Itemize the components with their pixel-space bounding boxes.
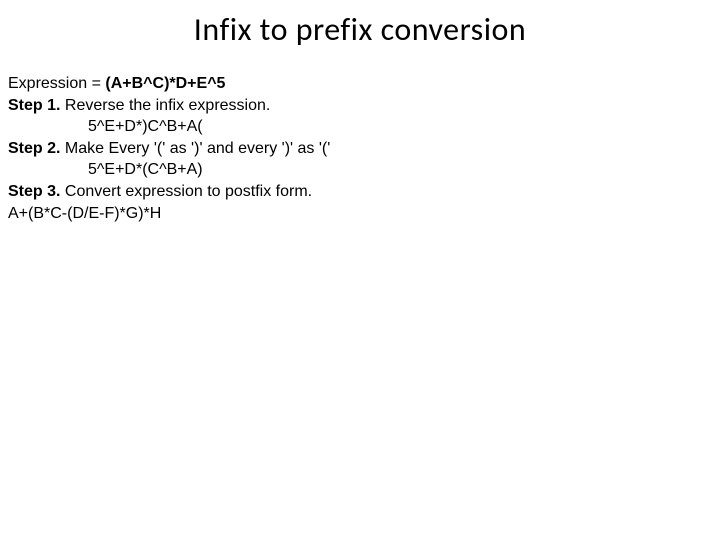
step3-example: A+(B*C-(D/E-F)*G)*H — [8, 203, 712, 225]
step1-label: Step 1. — [8, 97, 60, 114]
slide-container: Infix to prefix conversion Expression = … — [0, 0, 720, 540]
step2-line: Step 2. Make Every '(' as ')' and every … — [8, 138, 712, 160]
step1-text: Reverse the infix expression. — [60, 97, 270, 114]
step3-line: Step 3. Convert expression to postfix fo… — [8, 181, 712, 203]
step1-line: Step 1. Reverse the infix expression. — [8, 95, 712, 117]
step3-label: Step 3. — [8, 183, 60, 200]
step2-result: 5^E+D*(C^B+A) — [8, 159, 712, 181]
expression-line: Expression = (A+B^C)*D+E^5 — [8, 73, 712, 95]
expression-label: Expression = — [8, 75, 105, 92]
step2-label: Step 2. — [8, 140, 60, 157]
expression-value: (A+B^C)*D+E^5 — [105, 75, 225, 92]
slide-title: Infix to prefix conversion — [8, 10, 712, 49]
step3-text: Convert expression to postfix form. — [60, 183, 312, 200]
step1-result: 5^E+D*)C^B+A( — [8, 116, 712, 138]
step2-text: Make Every '(' as ')' and every ')' as '… — [60, 140, 330, 157]
slide-content: Expression = (A+B^C)*D+E^5 Step 1. Rever… — [8, 73, 712, 224]
